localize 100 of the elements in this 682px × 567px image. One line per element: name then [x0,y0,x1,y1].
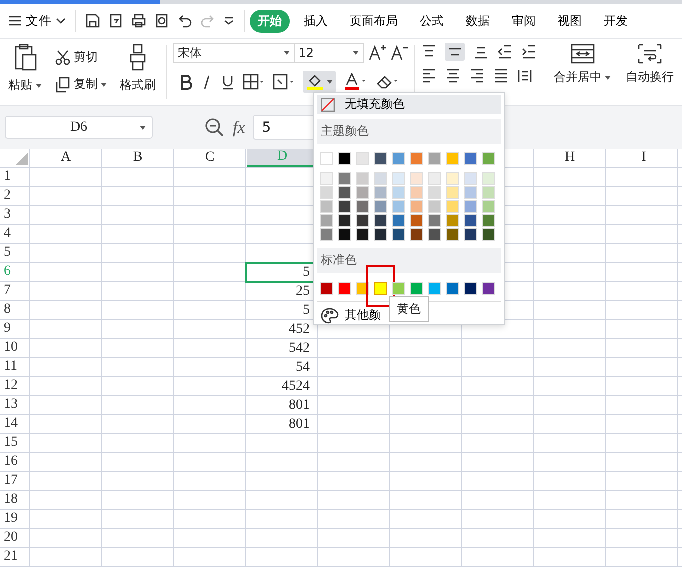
color-swatch[interactable] [392,172,405,185]
color-swatch[interactable] [482,214,495,227]
align-middle-button[interactable] [444,43,465,61]
color-swatch[interactable] [320,200,333,213]
row-header[interactable]: 7 [0,282,30,300]
row-header[interactable]: 1 [0,168,30,186]
color-swatch[interactable] [356,200,369,213]
color-swatch[interactable] [320,186,333,199]
color-swatch[interactable] [410,152,423,165]
function-label[interactable]: fx [233,118,246,138]
column-header[interactable]: H [534,149,606,167]
color-swatch[interactable] [446,200,459,213]
color-swatch[interactable] [320,152,333,165]
color-swatch[interactable] [338,228,351,241]
color-swatch[interactable] [338,186,351,199]
row-header[interactable]: 12 [0,377,30,395]
color-swatch[interactable] [428,228,441,241]
name-box[interactable]: D6 [5,116,153,139]
color-swatch[interactable] [464,186,477,199]
column-header[interactable]: A [30,149,102,167]
color-swatch[interactable] [410,186,423,199]
color-swatch[interactable] [428,200,441,213]
column-header[interactable]: I [606,149,682,167]
column-header[interactable]: C [174,149,246,167]
color-swatch[interactable] [356,172,369,185]
file-menu[interactable]: 文件 [6,10,68,32]
row-header[interactable]: 20 [0,529,30,547]
color-swatch[interactable] [320,214,333,227]
color-swatch[interactable] [374,152,387,165]
color-swatch[interactable] [374,172,387,185]
row-header[interactable]: 14 [0,415,30,433]
color-swatch[interactable] [482,186,495,199]
color-swatch[interactable] [464,282,477,295]
color-swatch[interactable] [374,186,387,199]
color-swatch[interactable] [392,200,405,213]
color-swatch[interactable] [410,172,423,185]
color-swatch[interactable] [428,152,441,165]
color-swatch[interactable] [356,228,369,241]
ribbon-tab[interactable]: 视图 [550,10,590,32]
color-swatch[interactable] [464,152,477,165]
color-swatch[interactable] [428,186,441,199]
row-header[interactable]: 5 [0,244,30,262]
ribbon-tab[interactable]: 页面布局 [342,10,406,32]
row-header[interactable]: 4 [0,225,30,243]
row-header[interactable]: 8 [0,301,30,319]
color-swatch[interactable] [446,172,459,185]
color-swatch[interactable] [464,228,477,241]
color-swatch[interactable] [482,200,495,213]
color-swatch[interactable] [464,172,477,185]
color-swatch[interactable] [446,228,459,241]
color-swatch[interactable] [428,282,441,295]
color-swatch[interactable] [410,228,423,241]
color-swatch[interactable] [356,214,369,227]
fill-color-button[interactable] [302,71,336,93]
ribbon-tab[interactable]: 开发 [596,10,636,32]
color-swatch[interactable] [446,152,459,165]
color-swatch[interactable] [428,172,441,185]
color-swatch[interactable] [338,214,351,227]
column-header[interactable]: B [102,149,174,167]
copy-button[interactable]: 复制 [52,74,110,95]
color-swatch[interactable] [392,152,405,165]
color-swatch[interactable] [392,282,405,295]
color-swatch[interactable] [320,172,333,185]
row-header[interactable]: 15 [0,434,30,452]
cut-button[interactable]: 剪切 [52,47,110,68]
color-swatch[interactable] [374,214,387,227]
row-header[interactable]: 13 [0,396,30,414]
color-swatch[interactable] [338,172,351,185]
font-size-select[interactable]: 12 [294,43,364,63]
color-swatch[interactable] [338,152,351,165]
color-swatch[interactable] [356,152,369,165]
paste-button[interactable]: 粘贴 [6,75,44,96]
wrap-text-button[interactable]: 自动换行 [623,67,678,88]
color-swatch[interactable] [338,200,351,213]
ribbon-tab[interactable]: 数据 [458,10,498,32]
ribbon-tab[interactable]: 公式 [412,10,452,32]
format-painter-button[interactable]: 格式刷 [116,75,159,96]
color-swatch[interactable] [410,200,423,213]
no-fill-option[interactable]: 无填充颜色 [317,95,501,114]
color-swatch[interactable] [482,172,495,185]
color-swatch[interactable] [374,228,387,241]
row-header[interactable]: 3 [0,206,30,224]
color-swatch[interactable] [482,228,495,241]
color-swatch[interactable] [446,282,459,295]
row-header[interactable]: 17 [0,472,30,490]
ribbon-tab[interactable]: 插入 [296,10,336,32]
color-swatch[interactable] [428,214,441,227]
font-select[interactable]: 宋体 [172,43,295,63]
row-header[interactable]: 2 [0,187,30,205]
color-swatch[interactable] [374,282,387,295]
color-swatch[interactable] [356,186,369,199]
color-swatch[interactable] [446,186,459,199]
color-swatch[interactable] [464,214,477,227]
color-swatch[interactable] [410,282,423,295]
color-swatch[interactable] [338,282,351,295]
color-swatch[interactable] [410,214,423,227]
row-header[interactable]: 18 [0,491,30,509]
row-header[interactable]: 11 [0,358,30,376]
row-header[interactable]: 10 [0,339,30,357]
color-swatch[interactable] [482,282,495,295]
